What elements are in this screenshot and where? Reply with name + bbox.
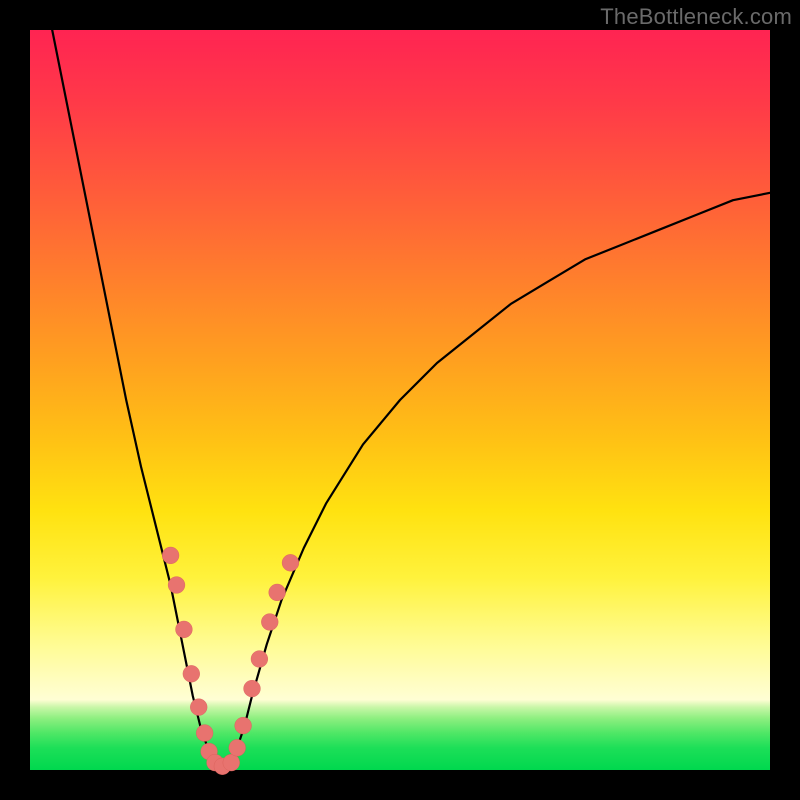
series-left-branch (52, 30, 215, 770)
curve-layer (30, 30, 770, 770)
highlight-dot (251, 651, 268, 668)
chart-frame: TheBottleneck.com (0, 0, 800, 800)
highlight-dot (162, 547, 179, 564)
highlight-dot (183, 665, 200, 682)
highlight-dot (244, 680, 261, 697)
highlight-dot (223, 754, 240, 771)
highlight-dot (196, 725, 213, 742)
plot-area (30, 30, 770, 770)
highlight-dot (168, 577, 185, 594)
highlight-dot (261, 614, 278, 631)
highlight-dot (176, 621, 193, 638)
highlight-dot (190, 699, 207, 716)
watermark-text: TheBottleneck.com (600, 4, 792, 30)
highlight-dot (235, 717, 252, 734)
series-right-branch (230, 193, 770, 770)
highlight-dot (269, 584, 286, 601)
highlight-dot (229, 739, 246, 756)
highlight-dot (282, 554, 299, 571)
